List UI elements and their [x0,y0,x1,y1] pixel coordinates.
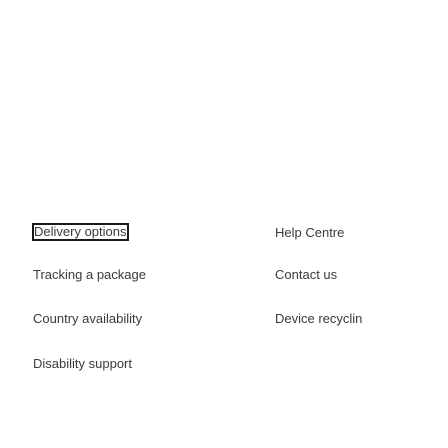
device-recycling-link[interactable]: Device recyclin [275,311,362,327]
disability-support-link[interactable]: Disability support [33,356,132,372]
footer-links: Delivery options Help Centre Tracking a … [0,0,448,448]
contact-us-link[interactable]: Contact us [275,267,337,283]
country-availability-link[interactable]: Country availability [33,311,142,327]
help-centre-link[interactable]: Help Centre [275,225,344,241]
delivery-options-link[interactable]: Delivery options [32,223,129,241]
tracking-package-link[interactable]: Tracking a package [33,267,146,283]
